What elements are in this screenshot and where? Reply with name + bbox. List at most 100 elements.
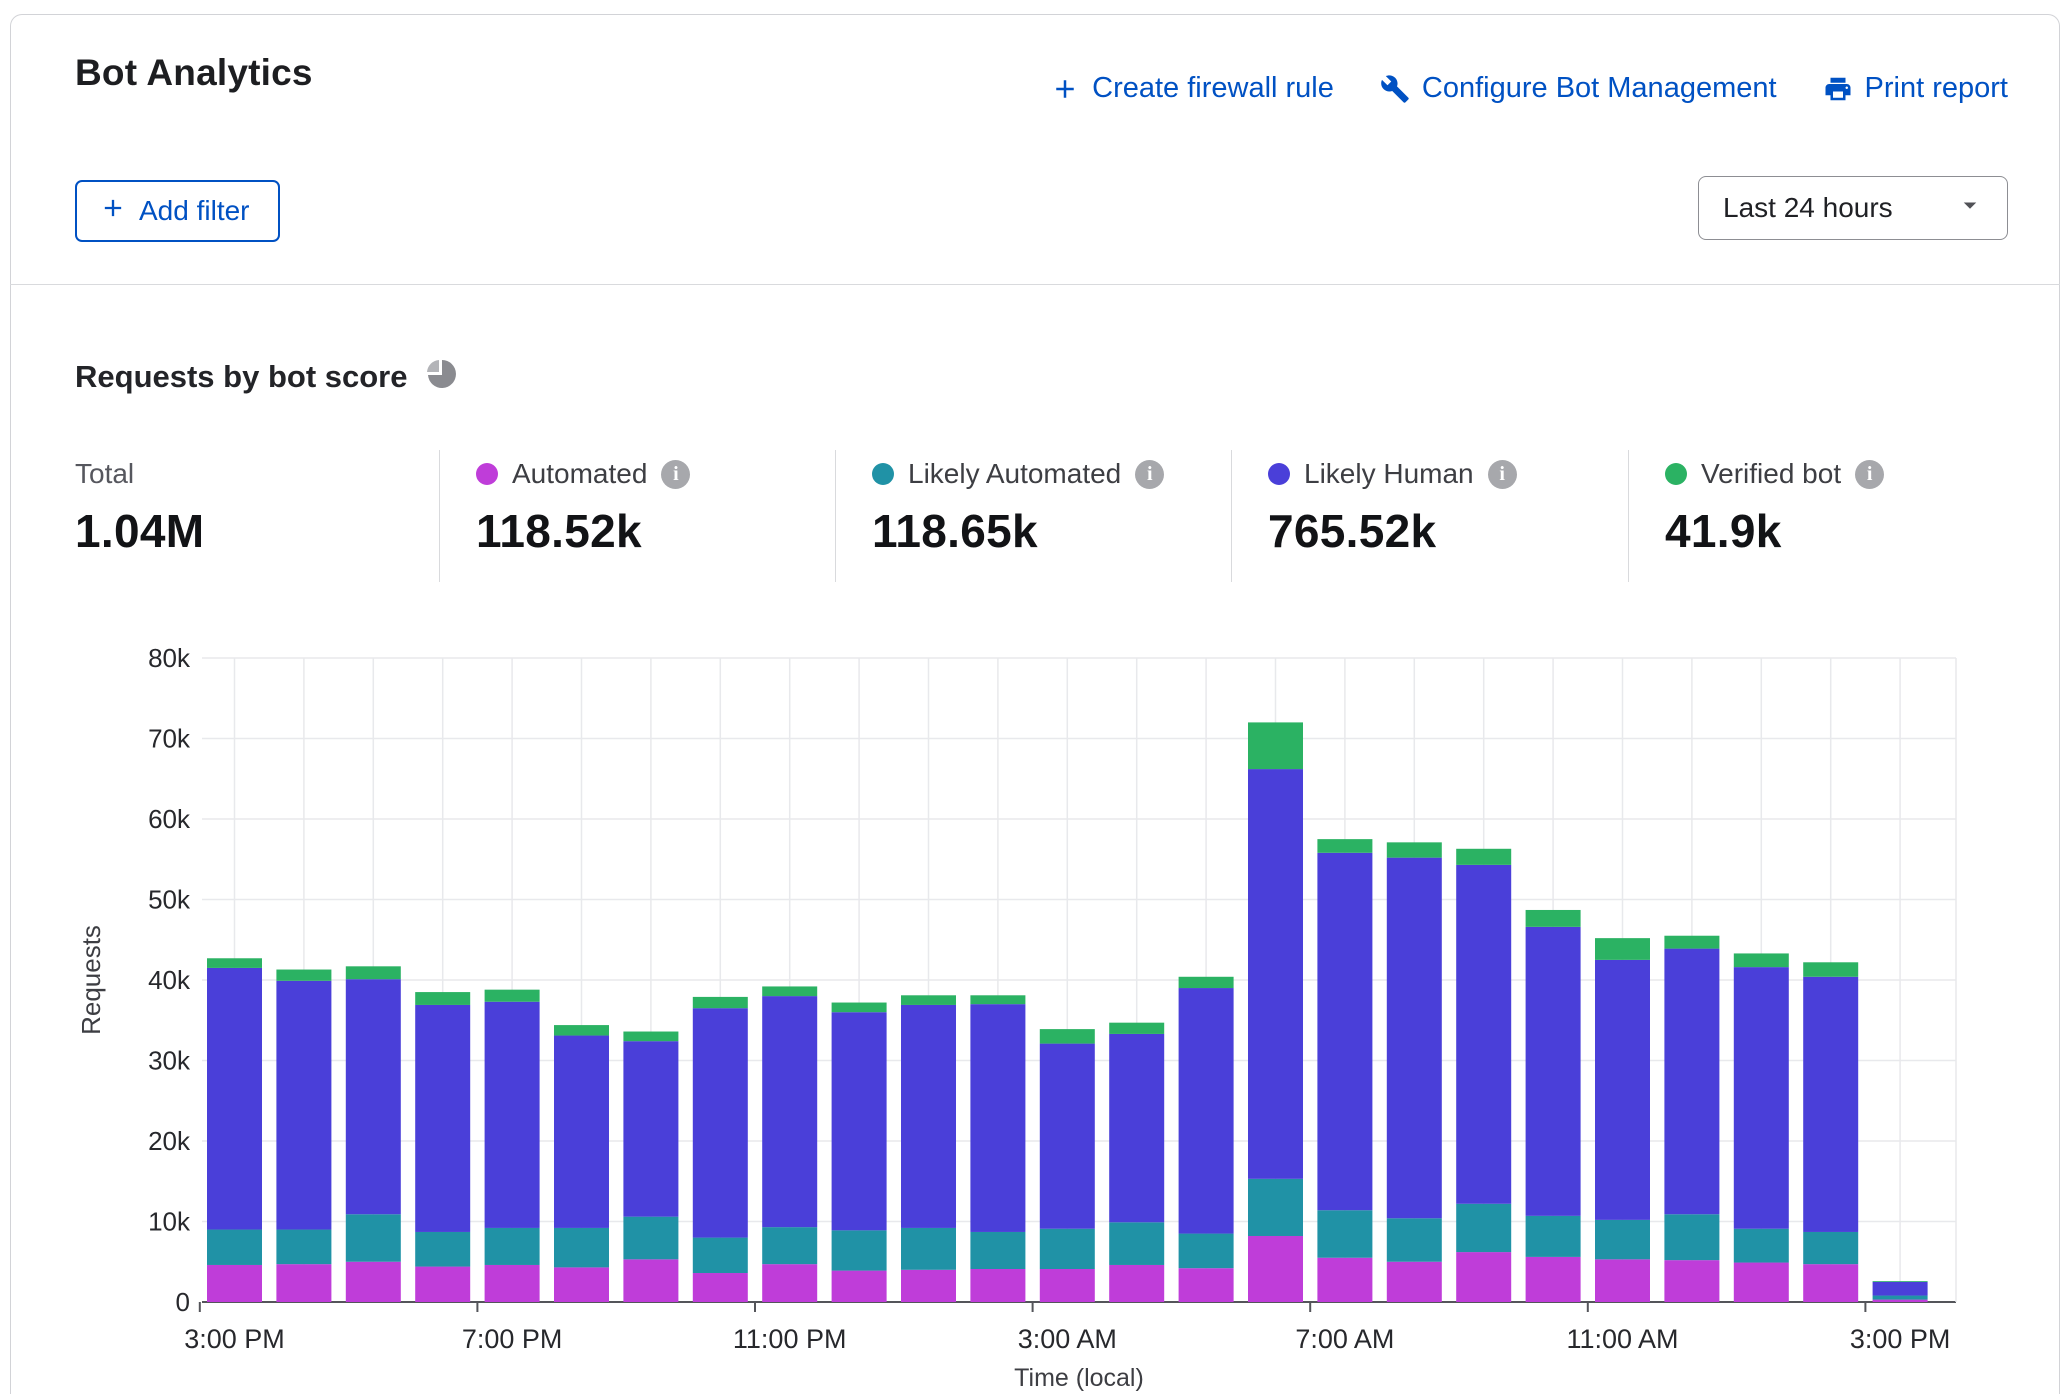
bar-segment-likely-human[interactable]: [1040, 1044, 1095, 1229]
bar-segment-verified-bot[interactable]: [1595, 938, 1650, 960]
bar-segment-likely-human[interactable]: [693, 1008, 748, 1237]
bar-segment-verified-bot[interactable]: [1317, 839, 1372, 853]
bar-segment-automated[interactable]: [1664, 1260, 1719, 1302]
bar-segment-likely-human[interactable]: [1109, 1034, 1164, 1222]
bar-segment-likely-automated[interactable]: [415, 1232, 470, 1267]
bar-segment-likely-automated[interactable]: [623, 1217, 678, 1260]
bar-segment-likely-human[interactable]: [415, 1005, 470, 1232]
bar-segment-verified-bot[interactable]: [1040, 1029, 1095, 1043]
bar-segment-likely-human[interactable]: [1179, 988, 1234, 1234]
bar-segment-automated[interactable]: [207, 1265, 262, 1302]
bar-segment-automated[interactable]: [901, 1270, 956, 1302]
bar-segment-automated[interactable]: [346, 1262, 401, 1302]
bar-segment-automated[interactable]: [762, 1264, 817, 1302]
bar-segment-verified-bot[interactable]: [901, 995, 956, 1005]
bar-segment-verified-bot[interactable]: [1526, 910, 1581, 927]
time-range-dropdown[interactable]: Last 24 hours: [1698, 176, 2008, 240]
bar-segment-verified-bot[interactable]: [1803, 962, 1858, 976]
bar-segment-automated[interactable]: [1734, 1263, 1789, 1302]
bar-segment-likely-human[interactable]: [276, 981, 331, 1230]
bar-segment-likely-automated[interactable]: [693, 1238, 748, 1273]
bar-segment-likely-human[interactable]: [346, 979, 401, 1214]
bar-segment-likely-automated[interactable]: [1040, 1229, 1095, 1269]
bar-segment-likely-automated[interactable]: [554, 1228, 609, 1267]
info-icon[interactable]: i: [1855, 460, 1884, 489]
bar-segment-likely-automated[interactable]: [762, 1227, 817, 1264]
bar-segment-likely-human[interactable]: [207, 968, 262, 1230]
bar-segment-likely-human[interactable]: [1456, 865, 1511, 1204]
bar-segment-likely-automated[interactable]: [1109, 1222, 1164, 1265]
bar-segment-verified-bot[interactable]: [346, 966, 401, 979]
bar-segment-likely-human[interactable]: [1873, 1282, 1928, 1296]
bar-segment-automated[interactable]: [1595, 1259, 1650, 1302]
bar-segment-verified-bot[interactable]: [623, 1032, 678, 1042]
info-icon[interactable]: i: [661, 460, 690, 489]
bar-segment-verified-bot[interactable]: [1456, 849, 1511, 865]
bar-segment-likely-automated[interactable]: [1317, 1210, 1372, 1257]
bar-segment-likely-human[interactable]: [1526, 927, 1581, 1216]
bar-segment-automated[interactable]: [276, 1264, 331, 1302]
bar-segment-automated[interactable]: [1456, 1252, 1511, 1302]
bar-segment-likely-human[interactable]: [623, 1041, 678, 1216]
bar-segment-verified-bot[interactable]: [207, 958, 262, 968]
bar-segment-likely-human[interactable]: [832, 1012, 887, 1230]
bar-segment-verified-bot[interactable]: [485, 990, 540, 1002]
bar-segment-likely-automated[interactable]: [970, 1232, 1025, 1269]
bar-segment-likely-human[interactable]: [1248, 769, 1303, 1179]
bar-segment-automated[interactable]: [693, 1273, 748, 1302]
bar-segment-likely-human[interactable]: [485, 1002, 540, 1228]
bar-segment-automated[interactable]: [1040, 1269, 1095, 1302]
bar-segment-likely-automated[interactable]: [832, 1230, 887, 1270]
bar-segment-likely-human[interactable]: [1387, 858, 1442, 1219]
bar-segment-likely-automated[interactable]: [1873, 1296, 1928, 1300]
bar-segment-verified-bot[interactable]: [554, 1025, 609, 1035]
bar-segment-verified-bot[interactable]: [1179, 977, 1234, 988]
bar-segment-verified-bot[interactable]: [1248, 722, 1303, 769]
bar-segment-likely-human[interactable]: [554, 1036, 609, 1228]
bar-segment-likely-automated[interactable]: [485, 1228, 540, 1265]
bar-segment-verified-bot[interactable]: [762, 986, 817, 996]
bar-segment-verified-bot[interactable]: [832, 1003, 887, 1013]
bar-segment-verified-bot[interactable]: [1873, 1281, 1928, 1282]
bar-segment-likely-human[interactable]: [1595, 960, 1650, 1220]
bar-segment-verified-bot[interactable]: [970, 995, 1025, 1004]
bar-segment-likely-automated[interactable]: [346, 1214, 401, 1261]
bar-segment-automated[interactable]: [1526, 1257, 1581, 1302]
bar-segment-likely-automated[interactable]: [276, 1230, 331, 1265]
bar-segment-likely-automated[interactable]: [1526, 1216, 1581, 1257]
bar-segment-likely-automated[interactable]: [1456, 1204, 1511, 1252]
bar-segment-likely-automated[interactable]: [1595, 1220, 1650, 1259]
bar-segment-likely-automated[interactable]: [1248, 1179, 1303, 1236]
bar-segment-likely-automated[interactable]: [901, 1228, 956, 1270]
bar-segment-likely-human[interactable]: [901, 1005, 956, 1228]
bar-segment-likely-human[interactable]: [970, 1004, 1025, 1232]
bar-segment-likely-automated[interactable]: [207, 1230, 262, 1265]
configure-bot-management-link[interactable]: Configure Bot Management: [1380, 72, 1777, 105]
bar-segment-automated[interactable]: [1179, 1268, 1234, 1302]
bar-segment-automated[interactable]: [485, 1265, 540, 1302]
bar-segment-likely-human[interactable]: [1317, 853, 1372, 1210]
bar-segment-verified-bot[interactable]: [415, 992, 470, 1005]
bar-segment-likely-automated[interactable]: [1803, 1232, 1858, 1264]
info-icon[interactable]: i: [1488, 460, 1517, 489]
bar-segment-likely-automated[interactable]: [1734, 1229, 1789, 1263]
bar-segment-likely-human[interactable]: [1803, 977, 1858, 1232]
bar-segment-automated[interactable]: [1248, 1236, 1303, 1302]
create-firewall-rule-link[interactable]: Create firewall rule: [1050, 72, 1334, 105]
bar-segment-automated[interactable]: [832, 1271, 887, 1302]
bar-segment-likely-automated[interactable]: [1664, 1214, 1719, 1260]
bar-segment-automated[interactable]: [1873, 1300, 1928, 1302]
bar-segment-verified-bot[interactable]: [1109, 1023, 1164, 1034]
bar-segment-automated[interactable]: [415, 1267, 470, 1302]
bar-segment-automated[interactable]: [970, 1269, 1025, 1302]
bar-segment-verified-bot[interactable]: [1734, 953, 1789, 967]
bar-segment-verified-bot[interactable]: [1387, 842, 1442, 857]
bar-segment-likely-automated[interactable]: [1387, 1218, 1442, 1261]
bar-segment-verified-bot[interactable]: [1664, 936, 1719, 949]
info-icon[interactable]: i: [1135, 460, 1164, 489]
bar-segment-likely-automated[interactable]: [1179, 1234, 1234, 1269]
bar-segment-automated[interactable]: [1109, 1265, 1164, 1302]
bar-segment-likely-human[interactable]: [1734, 967, 1789, 1229]
bar-segment-automated[interactable]: [1317, 1258, 1372, 1302]
bar-segment-verified-bot[interactable]: [276, 970, 331, 981]
